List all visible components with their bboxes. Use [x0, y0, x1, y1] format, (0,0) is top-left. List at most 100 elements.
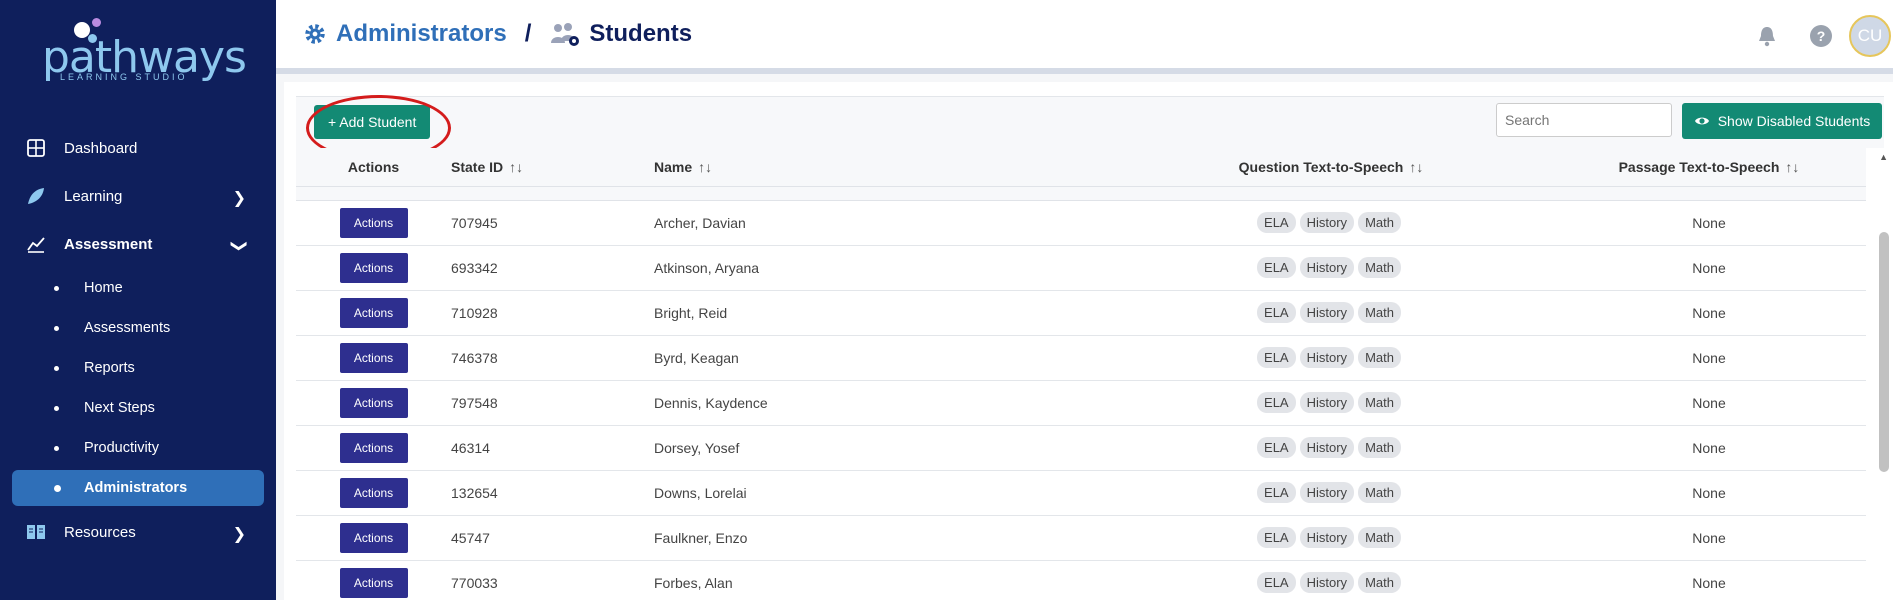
avatar[interactable]: CU: [1849, 15, 1891, 57]
breadcrumb-separator: /: [524, 20, 532, 47]
actions-cell: Actions: [296, 380, 451, 426]
help-icon[interactable]: ?: [1809, 24, 1833, 48]
subject-tag: ELA: [1257, 347, 1296, 368]
row-actions-button[interactable]: Actions: [339, 342, 408, 373]
filter-cell: [296, 186, 1866, 201]
state-id-cell: 45747: [451, 515, 654, 561]
table-row: Actions 132654 Downs, Lorelai ELA History Mat…: [296, 470, 1866, 516]
grid-icon: [27, 139, 45, 157]
column-header-label: State ID: [451, 158, 504, 175]
column-header-label: Actions: [347, 158, 400, 175]
subject-tag: History: [1299, 437, 1355, 458]
sort-icon[interactable]: ↑↓: [1409, 159, 1423, 175]
sidebar-subitem-assessments[interactable]: Assessments: [0, 308, 276, 348]
sort-icon[interactable]: ↑↓: [1785, 159, 1799, 175]
column-header-name[interactable]: Name ↑↓: [654, 148, 1110, 187]
bullet-icon: [54, 286, 59, 291]
chart-icon: [27, 237, 45, 253]
name-cell: Dennis, Kaydence: [654, 380, 1110, 426]
table-row: Actions 797548 Dennis, Kaydence ELA History M…: [296, 380, 1866, 426]
table-toolbar: + Add Student Show Disabled Students: [296, 95, 1884, 161]
column-header-passage-tts[interactable]: Passage Text-to-Speech ↑↓: [1552, 148, 1866, 187]
passage-tts-cell: None: [1552, 290, 1866, 336]
subject-tag: ELA: [1257, 482, 1296, 503]
sidebar-item-label: Assessment: [64, 235, 153, 253]
subject-tag: History: [1299, 572, 1355, 593]
question-tts-cell: ELA History Math: [1110, 560, 1552, 600]
subject-tag: History: [1299, 527, 1355, 548]
page-title: Students: [589, 20, 693, 47]
sidebar-subitem-administrators[interactable]: Administrators: [12, 470, 264, 506]
state-id-cell: 132654: [451, 470, 654, 516]
row-actions-button[interactable]: Actions: [339, 297, 408, 328]
bullet-icon: [54, 446, 59, 451]
page-header: Administrators / Students ? CU: [276, 0, 1893, 74]
table-row: Actions 710928 Bright, Reid ELA History Math N…: [296, 290, 1866, 336]
sidebar-item-assessment[interactable]: Assessment ❯: [0, 220, 276, 268]
row-actions-button[interactable]: Actions: [339, 567, 408, 598]
subject-tag: History: [1299, 347, 1355, 368]
table-row: Actions 746378 Byrd, Keagan ELA History Math N…: [296, 335, 1866, 381]
column-header-state-id[interactable]: State ID ↑↓: [451, 148, 654, 187]
sidebar-subitem-label: Home: [84, 280, 123, 296]
sidebar-item-dashboard[interactable]: Dashboard: [0, 124, 276, 172]
sidebar-item-resources[interactable]: Resources ❯: [0, 508, 276, 556]
sidebar-subitem-reports[interactable]: Reports: [0, 348, 276, 388]
sort-icon[interactable]: ↑↓: [509, 159, 523, 175]
pathways-logo[interactable]: pathways LEARNING STUDIO: [38, 14, 247, 86]
bullet-icon: [54, 326, 59, 331]
sidebar-subitem-label: Next Steps: [84, 400, 155, 416]
actions-cell: Actions: [296, 425, 451, 471]
sidebar-subitem-home[interactable]: Home: [0, 268, 276, 308]
question-tts-cell: ELA History Math: [1110, 245, 1552, 291]
table-row: Actions 46314 Dorsey, Yosef ELA History Math N…: [296, 425, 1866, 471]
question-tts-cell: ELA History Math: [1110, 515, 1552, 561]
sidebar-subitem-productivity[interactable]: Productivity: [0, 428, 276, 468]
search-input[interactable]: [1496, 103, 1672, 137]
row-actions-button[interactable]: Actions: [339, 387, 408, 418]
question-tts-cell: ELA History Math: [1110, 470, 1552, 516]
passage-tts-cell: None: [1552, 470, 1866, 516]
users-gear-icon: [551, 23, 580, 46]
subject-tag: ELA: [1257, 257, 1296, 278]
bell-icon[interactable]: [1755, 24, 1779, 48]
row-actions-button[interactable]: Actions: [339, 477, 408, 508]
name-cell: Dorsey, Yosef: [654, 425, 1110, 471]
gear-icon: [305, 24, 325, 44]
sidebar-nav: Dashboard Learning ❯ Assessment ❯ Home A…: [0, 124, 276, 556]
state-id-cell: 710928: [451, 290, 654, 336]
subject-tag: ELA: [1257, 212, 1296, 233]
passage-tts-cell: None: [1552, 515, 1866, 561]
subject-tag: ELA: [1257, 572, 1296, 593]
subject-tag: ELA: [1257, 302, 1296, 323]
subject-tag: History: [1299, 392, 1355, 413]
subject-tag: History: [1299, 302, 1355, 323]
subject-tag: Math: [1358, 482, 1401, 503]
row-actions-button[interactable]: Actions: [339, 207, 408, 238]
sidebar-subitem-next-steps[interactable]: Next Steps: [0, 388, 276, 428]
actions-cell: Actions: [296, 200, 451, 246]
actions-cell: Actions: [296, 560, 451, 600]
actions-cell: Actions: [296, 245, 451, 291]
scroll-up-arrow-icon[interactable]: ▲: [1879, 152, 1888, 162]
name-cell: Atkinson, Aryana: [654, 245, 1110, 291]
sidebar-item-label: Resources: [64, 523, 136, 541]
row-actions-button[interactable]: Actions: [339, 522, 408, 553]
column-header-question-tts[interactable]: Question Text-to-Speech ↑↓: [1110, 148, 1552, 187]
show-disabled-students-button[interactable]: Show Disabled Students: [1682, 103, 1882, 139]
state-id-cell: 797548: [451, 380, 654, 426]
row-actions-button[interactable]: Actions: [339, 252, 408, 283]
table-row: Actions 707945 Archer, Davian ELA History Mat…: [296, 200, 1866, 246]
sidebar-item-learning[interactable]: Learning ❯: [0, 172, 276, 220]
subject-tag: Math: [1358, 212, 1401, 233]
column-header-label: Question Text-to-Speech: [1238, 158, 1404, 175]
name-cell: Faulkner, Enzo: [654, 515, 1110, 561]
sort-icon[interactable]: ↑↓: [698, 159, 712, 175]
name-cell: Downs, Lorelai: [654, 470, 1110, 516]
breadcrumb-administrators[interactable]: Administrators: [336, 20, 507, 48]
subject-tag: ELA: [1257, 392, 1296, 413]
passage-tts-cell: None: [1552, 335, 1866, 381]
row-actions-button[interactable]: Actions: [339, 432, 408, 463]
name-cell: Bright, Reid: [654, 290, 1110, 336]
scrollbar[interactable]: [1879, 232, 1889, 472]
